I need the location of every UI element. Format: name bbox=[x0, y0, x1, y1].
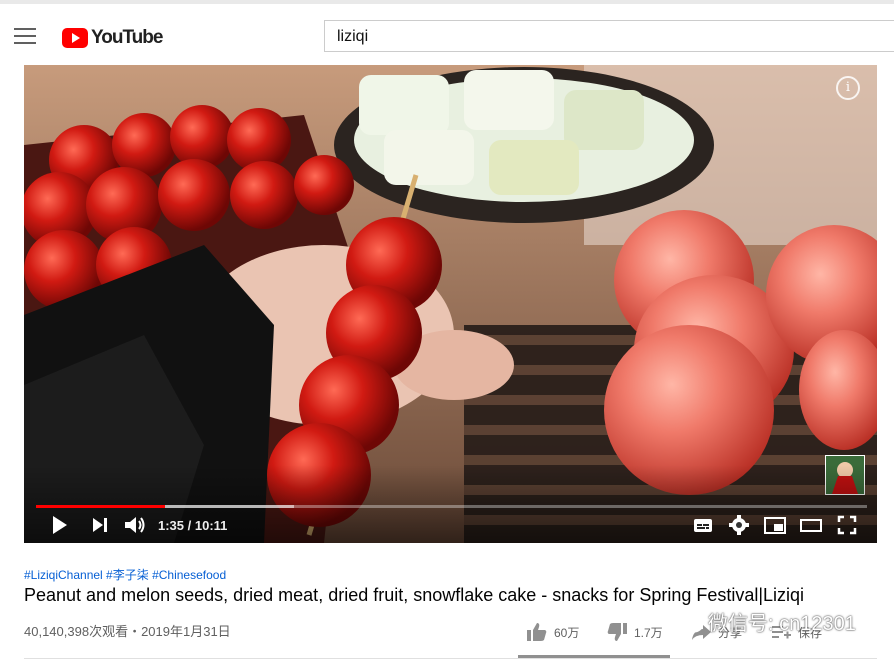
thumbs-down-icon bbox=[607, 623, 627, 641]
views-date: 40,140,398次观看・2019年1月31日 bbox=[24, 624, 231, 639]
settings-icon[interactable] bbox=[728, 514, 750, 536]
section-divider bbox=[24, 658, 877, 659]
volume-icon[interactable] bbox=[123, 514, 147, 536]
time-display: 1:35 / 10:11 bbox=[158, 518, 228, 533]
top-bar: YouTube liziqi bbox=[0, 0, 894, 70]
theater-icon[interactable] bbox=[799, 514, 823, 536]
hashtags[interactable]: #LiziqiChannel #李子柒 #Chinesefood bbox=[24, 566, 226, 583]
next-icon[interactable] bbox=[90, 514, 110, 536]
wechat-icon bbox=[675, 610, 703, 632]
youtube-logo[interactable]: YouTube bbox=[62, 25, 163, 51]
progress-played bbox=[36, 505, 165, 508]
progress-bar[interactable] bbox=[36, 505, 867, 508]
video-player[interactable]: i 1:35 / 10:11 bbox=[24, 65, 877, 543]
wechat-id: 微信号: cn12301 bbox=[708, 613, 856, 635]
miniplayer-icon[interactable] bbox=[763, 514, 787, 536]
like-button[interactable]: 60万 bbox=[526, 622, 579, 642]
search-input[interactable]: liziqi bbox=[324, 20, 894, 52]
fullscreen-icon[interactable] bbox=[836, 514, 858, 536]
thumbs-up-icon bbox=[527, 623, 547, 641]
menu-icon[interactable] bbox=[14, 28, 36, 46]
dislike-count: 1.7万 bbox=[634, 625, 663, 640]
logo-text: YouTube bbox=[91, 27, 163, 48]
youtube-logo-icon bbox=[62, 28, 88, 48]
subtitles-icon[interactable] bbox=[692, 514, 714, 536]
play-icon[interactable] bbox=[48, 514, 70, 536]
like-count: 60万 bbox=[554, 625, 580, 640]
wechat-watermark: 微信号: cn12301 bbox=[674, 607, 856, 636]
search-value: liziqi bbox=[337, 28, 369, 45]
top-divider bbox=[0, 0, 894, 4]
dislike-button[interactable]: 1.7万 bbox=[606, 622, 663, 642]
info-icon[interactable]: i bbox=[836, 76, 860, 100]
video-title: Peanut and melon seeds, dried meat, drie… bbox=[24, 585, 805, 605]
